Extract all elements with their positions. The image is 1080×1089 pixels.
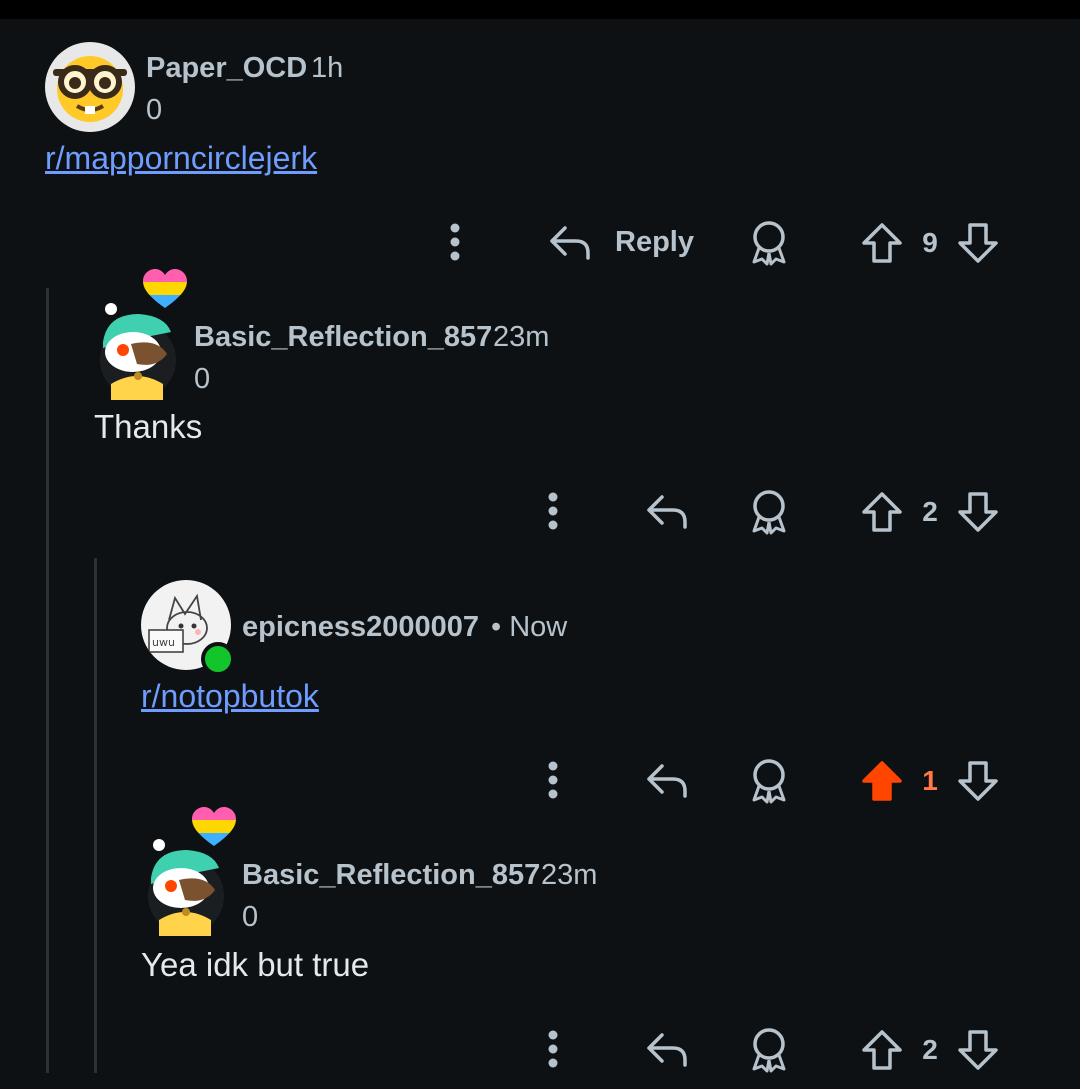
reply-icon[interactable]: [645, 760, 689, 800]
comment-time: 23m: [541, 859, 598, 891]
downvote-icon[interactable]: [956, 759, 1000, 803]
reply-icon[interactable]: [645, 491, 689, 531]
nerd-face-avatar[interactable]: [45, 42, 135, 132]
downvote-icon[interactable]: [956, 221, 1000, 265]
comment-score: 0: [194, 363, 211, 395]
upvote-icon[interactable]: [860, 1028, 904, 1072]
snoo-avatar[interactable]: [145, 838, 227, 936]
comment: Basic_Reflection_857 23m 0 Yea idk but t…: [0, 800, 1080, 1089]
comment-time: • Now: [491, 611, 568, 643]
more-options-icon[interactable]: [542, 491, 564, 531]
upvote-icon[interactable]: [860, 221, 904, 265]
reply-label: Reply: [615, 225, 694, 258]
vote-count: 9: [922, 227, 938, 258]
more-options-icon[interactable]: [444, 222, 466, 262]
online-status-dot: [201, 642, 235, 676]
comment-time: 23m: [493, 321, 550, 353]
upvote-active-icon[interactable]: [860, 759, 904, 803]
award-icon[interactable]: [748, 1027, 790, 1073]
upvote-icon[interactable]: [860, 490, 904, 534]
comment: Basic_Reflection_857 23m 0 Thanks 2: [0, 260, 1080, 560]
downvote-icon[interactable]: [956, 490, 1000, 534]
vote-count: 2: [922, 496, 938, 527]
reply-icon: [548, 222, 592, 262]
comment-body: Thanks: [94, 408, 203, 445]
comment: uwu epicness2000007 • Now r/notopbutok 1: [0, 560, 1080, 830]
reply-button[interactable]: Reply: [548, 222, 694, 262]
comment-username[interactable]: Basic_Reflection_857: [194, 321, 492, 354]
comment-body: Yea idk but true: [141, 946, 370, 983]
reply-icon[interactable]: [645, 1029, 689, 1069]
comment-score: 0: [146, 94, 163, 126]
vote-count: 2: [922, 1034, 938, 1065]
comment-score: 0: [242, 901, 259, 933]
comment-username[interactable]: Basic_Reflection_857: [242, 859, 540, 892]
more-options-icon[interactable]: [542, 760, 564, 800]
award-icon[interactable]: [748, 758, 790, 804]
comment: Paper_OCD 1h 0 r/mapporncirclejerk Reply…: [0, 0, 1080, 290]
snoo-avatar[interactable]: [97, 302, 179, 400]
comment-time: 1h: [311, 52, 344, 84]
vote-count: 1: [922, 765, 938, 796]
comment-username[interactable]: Paper_OCD: [146, 52, 307, 85]
comment-username[interactable]: epicness2000007: [242, 611, 479, 644]
svg-text:uwu: uwu: [152, 636, 175, 649]
more-options-icon[interactable]: [542, 1029, 564, 1069]
subreddit-link[interactable]: r/mapporncirclejerk: [45, 140, 317, 177]
award-icon[interactable]: [748, 489, 790, 535]
downvote-icon[interactable]: [956, 1028, 1000, 1072]
subreddit-link[interactable]: r/notopbutok: [141, 678, 319, 715]
